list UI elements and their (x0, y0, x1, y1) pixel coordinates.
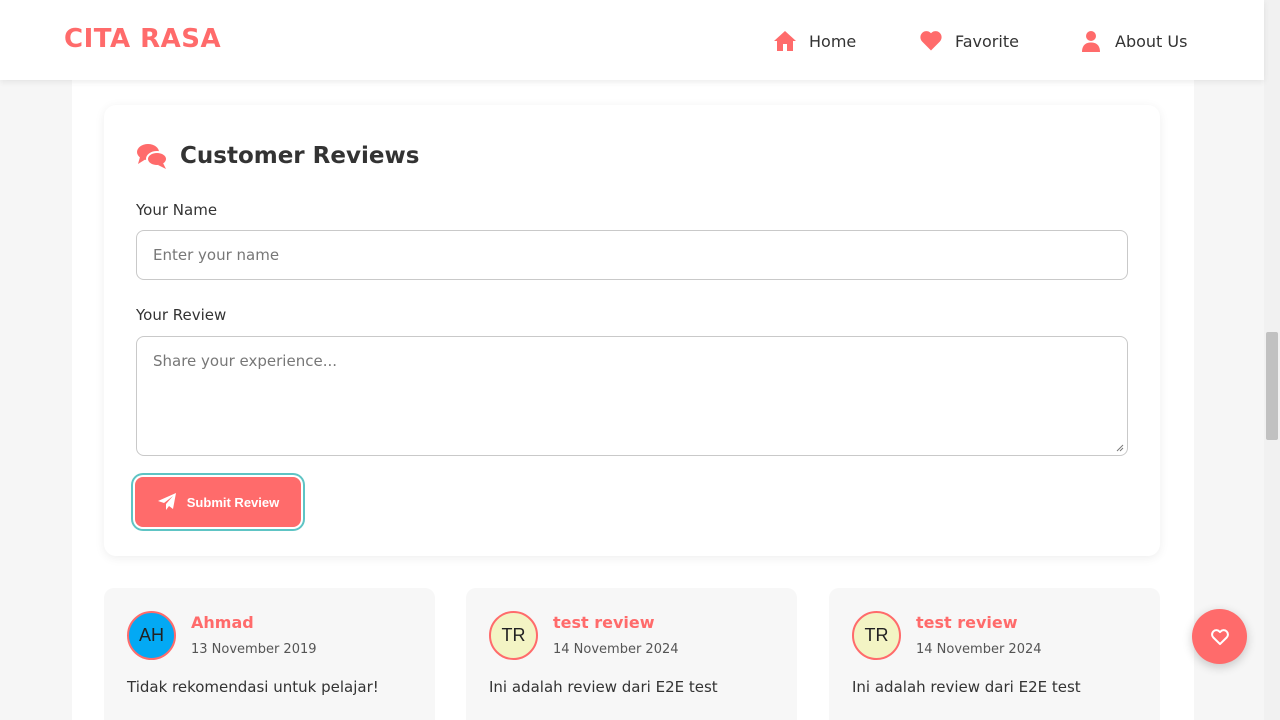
floating-favorite-button[interactable] (1192, 609, 1247, 664)
scrollbar-thumb[interactable] (1266, 332, 1278, 440)
top-navbar: CITA RASA Home Favorite About Us (0, 0, 1264, 80)
user-icon (1082, 31, 1100, 52)
nav-about-us[interactable]: About Us (1079, 28, 1187, 54)
review-form-card: Customer Reviews Your Name Enter your na… (104, 105, 1160, 556)
nav-home[interactable]: Home (773, 28, 856, 54)
reviewer-name: test review (916, 613, 1018, 632)
section-title: Customer Reviews (136, 142, 419, 170)
review-date: 13 November 2019 (191, 642, 317, 657)
resize-handle-icon[interactable] (1116, 444, 1124, 452)
submit-review-label: Submit Review (186, 494, 280, 510)
avatar: TR (852, 611, 901, 660)
review-text: Ini adalah review dari E2E test (852, 678, 1081, 696)
review-textarea-placeholder: Share your experience... (153, 352, 337, 370)
name-input-placeholder: Enter your name (153, 246, 280, 264)
nav-favorite-label: Favorite (955, 31, 1019, 51)
heart-icon (920, 31, 942, 51)
review-text: Tidak rekomendasi untuk pelajar! (127, 678, 379, 696)
heart-outline-icon (1210, 628, 1229, 645)
comments-icon (137, 144, 168, 169)
review-date: 14 November 2024 (553, 642, 679, 657)
nav-about-us-label: About Us (1115, 31, 1188, 51)
review-text: Ini adalah review dari E2E test (489, 678, 718, 696)
section-title-text: Customer Reviews (180, 143, 420, 169)
name-field-label: Your Name (136, 201, 218, 219)
review-card: TR test review 14 November 2024 Ini adal… (466, 588, 797, 720)
home-icon (774, 31, 796, 51)
review-card: AH Ahmad 13 November 2019 Tidak rekomend… (104, 588, 435, 720)
name-input[interactable]: Enter your name (136, 230, 1128, 280)
submit-review-button[interactable]: Submit Review (135, 477, 301, 527)
nav-home-label: Home (809, 31, 857, 51)
brand-logo[interactable]: CITA RASA (64, 24, 221, 54)
nav-favorite[interactable]: Favorite (919, 28, 1019, 54)
review-field-label: Your Review (136, 306, 227, 324)
reviewer-name: Ahmad (191, 613, 254, 632)
avatar: AH (127, 611, 176, 660)
review-date: 14 November 2024 (916, 642, 1042, 657)
reviewer-name: test review (553, 613, 655, 632)
avatar: TR (489, 611, 538, 660)
paper-plane-icon (157, 493, 176, 510)
review-card: TR test review 14 November 2024 Ini adal… (829, 588, 1160, 720)
review-textarea[interactable]: Share your experience... (136, 336, 1128, 456)
